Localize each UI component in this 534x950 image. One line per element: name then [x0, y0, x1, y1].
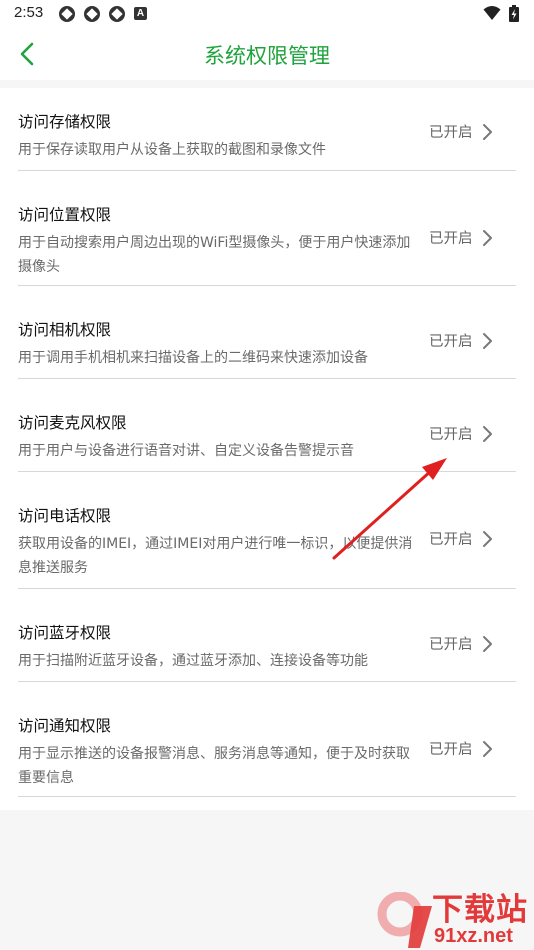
notification-icon [84, 6, 100, 22]
wifi-icon [483, 6, 501, 20]
chevron-right-icon [483, 426, 492, 442]
permission-description: 用于保存读取用户从设备上获取的截图和录像文件 [18, 142, 326, 158]
permission-item-notification[interactable]: 访问通知权限 用于显示推送的设备报警消息、服务消息等通知，便于及时获取重要信息 … [18, 682, 516, 797]
status-bar: 2:53 A [0, 0, 534, 28]
app-header: 系统权限管理 [0, 28, 534, 80]
permission-status: 已开启 [429, 125, 473, 141]
chevron-right-icon [483, 333, 492, 349]
chevron-right-icon [483, 124, 492, 140]
status-time: 2:53 [14, 4, 44, 21]
watermark-logo-icon [377, 892, 432, 948]
permission-list: 访问存储权限 用于保存读取用户从设备上获取的截图和录像文件 已开启 访问位置权限… [0, 88, 534, 810]
notification-icon [109, 6, 125, 22]
watermark-logo: 下载站 91xz.net [376, 892, 532, 948]
permission-title: 访问蓝牙权限 [18, 624, 112, 642]
permission-title: 访问麦克风权限 [18, 414, 127, 432]
permission-description: 用于扫描附近蓝牙设备，通过蓝牙添加、连接设备等功能 [18, 653, 368, 669]
battery-charging-icon [509, 5, 519, 22]
watermark-url: 91xz.net [434, 925, 513, 947]
permission-item-location[interactable]: 访问位置权限 用于自动搜索用户周边出现的WiFi型摄像头，便于用户快速添加摄像头… [18, 171, 516, 286]
permission-status: 已开启 [429, 231, 473, 247]
permission-description: 获取用设备的IMEI，通过IMEI对用户进行唯一标识，以便提供消息推送服务 [18, 536, 413, 576]
permission-title: 访问存储权限 [18, 113, 112, 131]
chevron-right-icon [483, 531, 492, 547]
chevron-right-icon [483, 230, 492, 246]
permission-title: 访问电话权限 [18, 507, 112, 525]
permission-status: 已开启 [429, 637, 473, 653]
permission-status: 已开启 [429, 427, 473, 443]
page-title: 系统权限管理 [204, 44, 330, 68]
permission-title: 访问相机权限 [18, 321, 112, 339]
permission-description: 用于自动搜索用户周边出现的WiFi型摄像头，便于用户快速添加摄像头 [18, 235, 411, 275]
permission-title: 访问位置权限 [18, 206, 112, 224]
permission-status: 已开启 [429, 532, 473, 548]
permission-description: 用于用户与设备进行语音对讲、自定义设备告警提示音 [18, 443, 354, 459]
a-icon: A [134, 7, 147, 20]
permission-item-bluetooth[interactable]: 访问蓝牙权限 用于扫描附近蓝牙设备，通过蓝牙添加、连接设备等功能 已开启 [18, 589, 516, 682]
screen: 2:53 A 系统权限管理 访问存储权限 用于保存读取用户从设备上获取的截图和录… [0, 0, 534, 950]
permission-title: 访问通知权限 [18, 717, 112, 735]
notification-icon [59, 6, 75, 22]
chevron-right-icon [483, 741, 492, 757]
permission-item-camera[interactable]: 访问相机权限 用于调用手机相机来扫描设备上的二维码来快速添加设备 已开启 [18, 286, 516, 379]
permission-status: 已开启 [429, 742, 473, 758]
permission-item-phone[interactable]: 访问电话权限 获取用设备的IMEI，通过IMEI对用户进行唯一标识，以便提供消息… [18, 472, 516, 589]
permission-item-storage[interactable]: 访问存储权限 用于保存读取用户从设备上获取的截图和录像文件 已开启 [18, 88, 516, 171]
chevron-right-icon [483, 636, 492, 652]
permission-description: 用于调用手机相机来扫描设备上的二维码来快速添加设备 [18, 350, 368, 366]
watermark-text: 下载站 [432, 892, 528, 928]
permission-status: 已开启 [429, 334, 473, 350]
permission-item-microphone[interactable]: 访问麦克风权限 用于用户与设备进行语音对讲、自定义设备告警提示音 已开启 [18, 379, 516, 472]
permission-description: 用于显示推送的设备报警消息、服务消息等通知，便于及时获取重要信息 [18, 746, 410, 786]
